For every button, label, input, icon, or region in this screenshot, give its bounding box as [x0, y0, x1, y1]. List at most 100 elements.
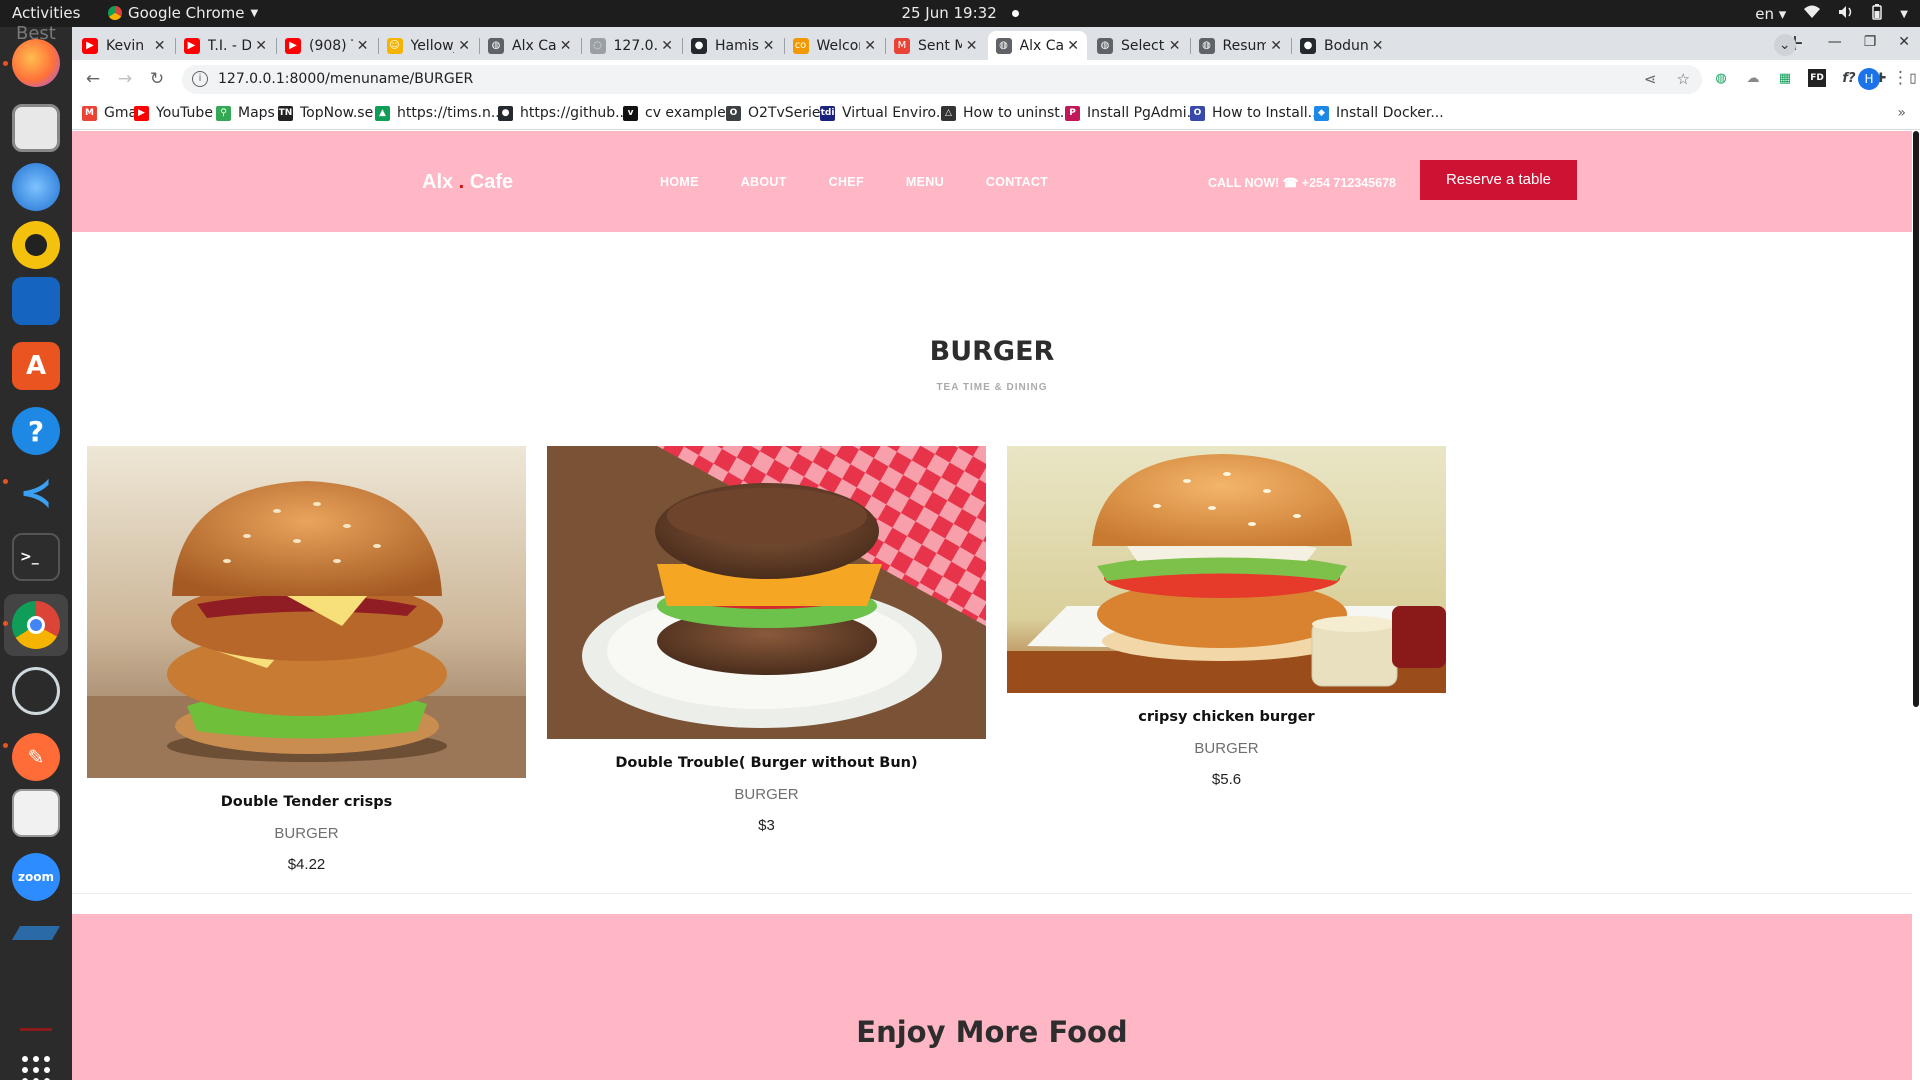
globe-icon: ◍ — [995, 37, 1012, 54]
close-tab-icon[interactable]: ✕ — [560, 38, 572, 54]
bookmark-item[interactable]: v cv examples — [623, 105, 733, 121]
bookmark-item[interactable]: TN TopNow.se — [278, 105, 373, 121]
close-tab-icon[interactable]: ✕ — [966, 38, 978, 54]
close-tab-icon[interactable]: ✕ — [1067, 38, 1079, 54]
menu-item-card[interactable]: Double Tender crisps BURGER $4.22 — [87, 446, 526, 873]
close-window-icon[interactable]: ✕ — [1898, 34, 1910, 56]
bookmark-star-icon[interactable]: ☆ — [1677, 70, 1690, 88]
profile-avatar[interactable]: H — [1858, 68, 1880, 90]
app-menu[interactable]: Google Chrome ▼ — [108, 4, 258, 22]
close-tab-icon[interactable]: ✕ — [864, 38, 876, 54]
help-icon[interactable]: ? — [12, 407, 60, 455]
close-tab-icon[interactable]: ✕ — [1270, 38, 1282, 54]
tab-strip: ▶Kevin Ru✕▶T.I. - Dea✕▶(908) The✕☺Yellow… — [72, 27, 1920, 60]
nav-chef[interactable]: CHEF — [829, 175, 864, 189]
bookmark-item[interactable]: △ How to uninst... — [941, 105, 1073, 121]
software-center-icon[interactable]: A — [12, 342, 60, 390]
reload-icon[interactable]: ↻ — [146, 68, 168, 90]
clock[interactable]: 25 Jun 19:32 — [901, 4, 996, 22]
chrome-menu-icon[interactable]: ⋮ — [1892, 68, 1909, 88]
scrollbar-thumb[interactable] — [1913, 131, 1919, 707]
call-now-text[interactable]: CALL NOW! ☎ +254 712345678 — [1208, 175, 1396, 190]
document-viewer-icon[interactable] — [12, 789, 60, 837]
tab-title: (908) The — [309, 37, 353, 54]
terminal-icon[interactable]: >_ — [12, 533, 60, 581]
address-bar[interactable]: i 127.0.0.1:8000/menuname/BURGER ⋖ ☆ — [182, 65, 1702, 94]
browser-tab[interactable]: ◍ Alx Cafe✕ — [480, 31, 580, 60]
rhythmbox-icon[interactable] — [12, 221, 60, 269]
close-tab-icon[interactable]: ✕ — [661, 38, 673, 54]
pgadmin-elephant-icon[interactable] — [12, 667, 60, 715]
tab-search-chevron-icon[interactable]: ⌄ — [1773, 34, 1796, 56]
browser-tab[interactable]: ● HamisiN✕ — [683, 31, 783, 60]
nav-menu[interactable]: MENU — [906, 175, 944, 189]
browser-tab[interactable]: ▶ (908) The✕ — [277, 31, 377, 60]
site-logo[interactable]: Alx . Cafe — [422, 171, 513, 194]
libreoffice-writer-icon[interactable] — [12, 277, 60, 325]
bookmark-item[interactable]: ⚲ Maps — [216, 105, 275, 121]
bookmark-item[interactable]: ▶ YouTube — [134, 105, 213, 121]
menu-item-name[interactable]: Double Trouble( Burger without Bun) — [547, 755, 986, 771]
menu-item-card[interactable]: cripsy chicken burger BURGER $5.6 — [1007, 446, 1446, 788]
system-tray[interactable]: en ▾ ▼ — [1755, 4, 1908, 24]
vscode-icon[interactable]: ≺ — [12, 469, 60, 517]
back-arrow-icon[interactable]: ← — [82, 68, 104, 90]
files-icon[interactable] — [12, 104, 60, 152]
nav-contact[interactable]: CONTACT — [986, 175, 1048, 189]
bookmark-item[interactable]: P Install PgAdmi... — [1065, 105, 1200, 121]
browser-tab[interactable]: M Sent Mai✕ — [886, 31, 986, 60]
extension-formula-icon[interactable]: f? — [1840, 69, 1858, 87]
bookmark-item[interactable]: O How to Install... — [1190, 105, 1321, 121]
bookmark-item[interactable]: ◆ Install Docker... — [1314, 105, 1444, 121]
bookmark-item[interactable]: tdi Virtual Enviro... — [820, 105, 949, 121]
language-indicator[interactable]: en ▾ — [1755, 5, 1786, 23]
logo-dot: . — [453, 171, 470, 193]
postman-icon[interactable]: ✎ — [12, 733, 60, 781]
chrome-dock-icon[interactable] — [12, 601, 60, 649]
close-tab-icon[interactable]: ✕ — [763, 38, 775, 54]
site-info-icon[interactable]: i — [192, 71, 208, 87]
address-url[interactable]: 127.0.0.1:8000/menuname/BURGER — [218, 71, 473, 87]
nav-about[interactable]: ABOUT — [741, 175, 787, 189]
browser-tab[interactable]: ▶ Kevin Ru✕ — [74, 31, 174, 60]
browser-tab[interactable]: ◍ Select m✕ — [1089, 31, 1189, 60]
activities-button[interactable]: Activities — [12, 4, 80, 22]
extension-sheets-icon[interactable]: ▦ — [1776, 69, 1794, 87]
menu-item-name[interactable]: Double Tender crisps — [87, 794, 526, 810]
forward-arrow-icon[interactable]: → — [114, 68, 136, 90]
bookmark-item[interactable]: ● https://github... — [498, 105, 628, 121]
firefox-icon[interactable] — [12, 39, 60, 87]
close-tab-icon[interactable]: ✕ — [255, 38, 267, 54]
close-tab-icon[interactable]: ✕ — [1169, 38, 1181, 54]
browser-tab[interactable]: ☺ Yellowja✕ — [379, 31, 479, 60]
share-icon[interactable]: ⋖ — [1644, 70, 1657, 88]
thunderbird-icon[interactable] — [12, 163, 60, 211]
restore-icon[interactable]: ❐ — [1864, 34, 1877, 56]
close-tab-icon[interactable]: ✕ — [154, 38, 166, 54]
browser-tab[interactable]: ◍ Alx Cafe✕ — [987, 31, 1087, 60]
minimize-icon[interactable]: — — [1828, 34, 1842, 56]
browser-tab[interactable]: ▶ T.I. - Dea✕ — [176, 31, 276, 60]
show-applications-icon[interactable] — [12, 1046, 60, 1080]
browser-tab[interactable]: co Welcome✕ — [785, 31, 885, 60]
close-tab-icon[interactable]: ✕ — [357, 38, 369, 54]
close-tab-icon[interactable]: ✕ — [1372, 38, 1384, 54]
bookmarks-overflow-icon[interactable]: » — [1897, 105, 1906, 121]
reserve-table-button[interactable]: Reserve a table — [1420, 160, 1577, 200]
page-scrollbar[interactable] — [1912, 131, 1920, 1080]
zoom-icon[interactable]: zoom — [12, 853, 60, 901]
extension-translate-icon[interactable]: ◍ — [1712, 69, 1730, 87]
browser-tab[interactable]: ◌ 127.0.0.1✕ — [582, 31, 682, 60]
pg-icon: P — [1065, 105, 1080, 121]
bookmark-item[interactable]: ▲ https://tims.n... — [375, 105, 504, 121]
nav-home[interactable]: HOME — [660, 175, 699, 189]
close-tab-icon[interactable]: ✕ — [458, 38, 470, 54]
menu-item-card[interactable]: Double Trouble( Burger without Bun) BURG… — [547, 446, 986, 834]
drive-icon[interactable] — [11, 909, 61, 957]
menu-item-name[interactable]: cripsy chicken burger — [1007, 709, 1446, 725]
extension-fd-icon[interactable]: FD — [1808, 69, 1826, 87]
browser-tab[interactable]: ● Bodunde✕ — [1292, 31, 1392, 60]
extension-cloud-icon[interactable]: ☁ — [1744, 69, 1762, 87]
browser-tab[interactable]: ◍ Resume✕ — [1191, 31, 1291, 60]
bookmark-item[interactable]: O O2TvSeries — [726, 105, 828, 121]
